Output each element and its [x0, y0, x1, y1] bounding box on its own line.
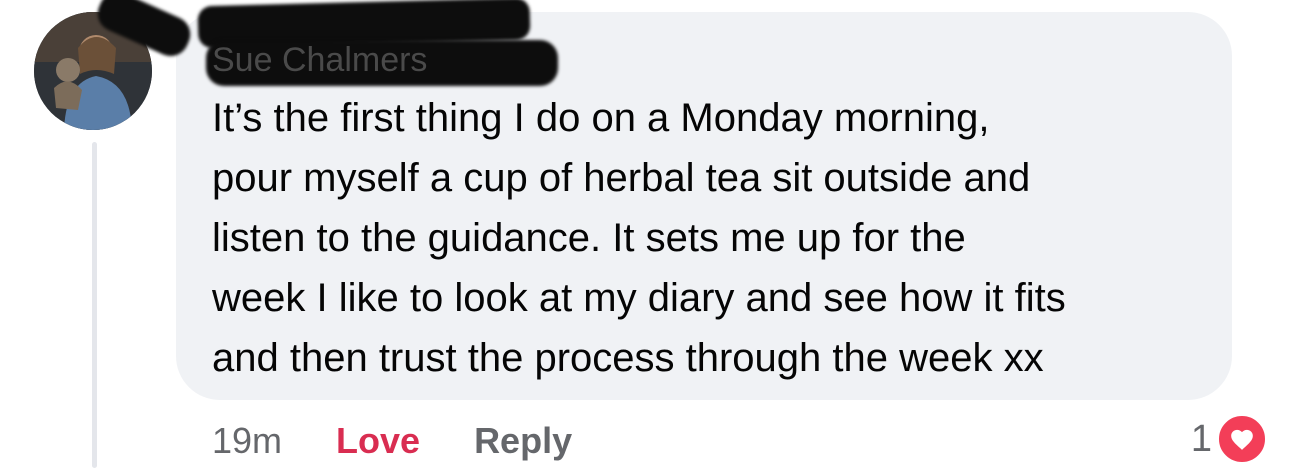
comment-line: pour myself a cup of herbal tea sit outs… [212, 156, 1031, 200]
comment-line: week I like to look at my diary and see … [212, 276, 1066, 320]
comment-text: It’s the first thing I do on a Monday mo… [212, 88, 1222, 388]
reaction-count: 1 [1190, 417, 1212, 460]
love-reaction-button[interactable]: Love [336, 420, 420, 462]
comment-timestamp[interactable]: 19m [212, 420, 282, 462]
thread-connector-line [92, 142, 97, 468]
reaction-summary[interactable]: 1 [1190, 413, 1268, 465]
reply-button[interactable]: Reply [474, 420, 572, 462]
comment-actions: 19m Love Reply [212, 418, 572, 464]
comment-line: listen to the guidance. It sets me up fo… [212, 216, 966, 260]
comment-line: It’s the first thing I do on a Monday mo… [212, 96, 990, 140]
comment-author-name[interactable]: Sue Chalmers [212, 40, 427, 80]
heart-icon [1216, 413, 1268, 465]
comment-line: and then trust the process through the w… [212, 336, 1044, 380]
